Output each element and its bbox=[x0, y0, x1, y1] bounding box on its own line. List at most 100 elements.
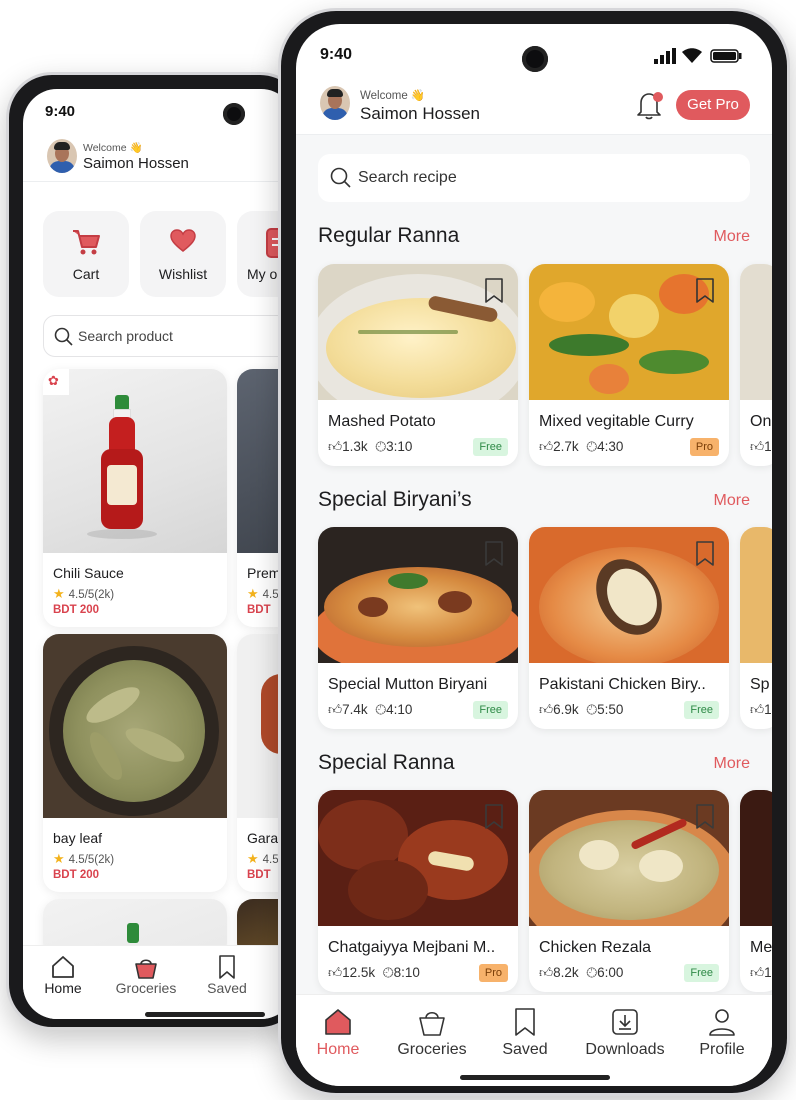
status-time: 9:40 bbox=[320, 46, 353, 63]
free-badge: Free bbox=[684, 701, 719, 719]
bookmark-icon[interactable] bbox=[695, 541, 715, 567]
star-icon: ★ bbox=[247, 586, 259, 601]
recipe-meta: 👍︎8.2k 🕘︎6:00 bbox=[539, 964, 623, 981]
more-link[interactable]: More bbox=[714, 755, 750, 773]
basket-icon bbox=[135, 959, 157, 979]
section-title: Special Biryani’s bbox=[318, 488, 472, 511]
nav-groceries[interactable]: Groceries bbox=[392, 1007, 472, 1059]
status-time: 9:40 bbox=[45, 103, 76, 120]
bookmark-icon[interactable] bbox=[484, 278, 504, 304]
quick-action-wishlist[interactable]: Wishlist bbox=[140, 211, 226, 297]
recipe-card[interactable]: Me 👍︎1 bbox=[740, 790, 772, 992]
avatar[interactable] bbox=[320, 86, 350, 120]
bottom-navigation: Home Groceries Saved bbox=[296, 994, 772, 1086]
cook-time: 6:00 bbox=[597, 965, 624, 980]
bookmark-icon[interactable] bbox=[695, 804, 715, 830]
nav-label: Saved bbox=[207, 980, 247, 996]
product-price: BDT 200 bbox=[53, 869, 100, 881]
free-badge: Free bbox=[684, 964, 719, 982]
cart-icon bbox=[73, 230, 100, 255]
clock-icon: 🕘︎ bbox=[375, 439, 387, 454]
cook-time: 3:10 bbox=[386, 439, 413, 454]
like-count: 1 bbox=[764, 702, 772, 717]
star-icon: ★ bbox=[53, 586, 65, 601]
recipe-name: On bbox=[750, 413, 772, 430]
camera-cutout bbox=[223, 103, 245, 125]
nav-profile[interactable]: Profile bbox=[692, 1007, 752, 1059]
like-icon: 👍︎ bbox=[328, 965, 343, 980]
brand-logo: ✿ bbox=[43, 369, 69, 395]
product-name: Gara bbox=[247, 830, 279, 846]
front-phone-screen: 9:40 Welcome 👋 Saimon Hossen Get Pro Sea… bbox=[296, 24, 772, 1086]
nav-saved[interactable]: Saved bbox=[496, 1007, 554, 1059]
bookmark-icon bbox=[219, 955, 235, 979]
recipe-meta: 👍︎1 bbox=[750, 701, 772, 718]
product-price: BDT 200 bbox=[53, 604, 100, 616]
like-count: 2.7k bbox=[553, 439, 579, 454]
free-badge: Free bbox=[473, 701, 508, 719]
recipe-name: Chicken Rezala bbox=[539, 939, 652, 956]
recipe-card[interactable]: Mashed Potato 👍︎1.3k 🕘︎3:10 Free bbox=[318, 264, 518, 466]
bookmark-icon[interactable] bbox=[484, 541, 504, 567]
recipe-card[interactable]: Mixed vegitable Curry 👍︎2.7k 🕘︎4:30 Pro bbox=[529, 264, 729, 466]
recipe-card[interactable]: On 👍︎1 bbox=[740, 264, 772, 466]
recipe-card[interactable]: Pakistani Chicken Biry.. 👍︎6.9k 🕘︎5:50 F… bbox=[529, 527, 729, 729]
recipe-card[interactable]: Chicken Rezala 👍︎8.2k 🕘︎6:00 Free bbox=[529, 790, 729, 992]
username: Saimon Hossen bbox=[83, 155, 189, 172]
product-card[interactable]: ✿ Chili Sauce ★ 4.5/5(2k) BDT 200 bbox=[43, 369, 227, 627]
star-icon: ★ bbox=[53, 851, 65, 866]
avatar[interactable] bbox=[47, 139, 77, 173]
recipe-name: Special Mutton Biryani bbox=[328, 676, 488, 693]
search-input[interactable]: Search recipe bbox=[318, 154, 750, 202]
nav-label: Home bbox=[316, 1041, 360, 1058]
product-rating: ★ 4.5/5(2k) bbox=[53, 851, 115, 866]
recipe-image bbox=[740, 264, 772, 400]
more-link[interactable]: More bbox=[714, 228, 750, 246]
clock-icon: 🕘︎ bbox=[382, 965, 394, 980]
nav-label: Profile bbox=[699, 1041, 745, 1058]
like-icon: 👍︎ bbox=[750, 965, 765, 980]
nav-label: Home bbox=[44, 980, 82, 996]
star-icon: ★ bbox=[247, 851, 259, 866]
more-link[interactable]: More bbox=[714, 492, 750, 510]
free-badge: Free bbox=[473, 438, 508, 456]
recipe-card[interactable]: Chatgaiyya Mejbani M.. 👍︎12.5k 🕘︎8:10 Pr… bbox=[318, 790, 518, 992]
recipe-image bbox=[740, 790, 772, 926]
battery-icon bbox=[710, 49, 742, 63]
clock-icon: 🕘︎ bbox=[375, 702, 387, 717]
recipe-name: Sp bbox=[750, 676, 770, 693]
get-pro-button[interactable]: Get Pro bbox=[676, 90, 750, 120]
status-icons bbox=[654, 48, 750, 64]
nav-label: Saved bbox=[502, 1041, 548, 1058]
recipe-meta: 👍︎1 bbox=[750, 964, 772, 981]
section-title: Regular Ranna bbox=[318, 224, 460, 247]
product-card[interactable]: bay leaf ★ 4.5/5(2k) BDT 200 bbox=[43, 634, 227, 892]
recipe-card[interactable]: Sp 👍︎1 bbox=[740, 527, 772, 729]
nav-home[interactable]: Home bbox=[314, 1007, 362, 1059]
recipe-image bbox=[740, 527, 772, 663]
nav-downloads[interactable]: Downloads bbox=[580, 1007, 670, 1059]
nav-saved[interactable]: Saved bbox=[199, 954, 255, 996]
product-name: Prem bbox=[247, 565, 281, 581]
product-image bbox=[43, 369, 227, 553]
notification-button[interactable] bbox=[636, 90, 664, 120]
bottom-navigation: Home Groceries Saved bbox=[23, 945, 295, 1019]
nav-home[interactable]: Home bbox=[41, 954, 85, 996]
nav-groceries[interactable]: Groceries bbox=[111, 954, 181, 996]
recipe-name: Pakistani Chicken Biry.. bbox=[539, 676, 706, 693]
cook-time: 8:10 bbox=[393, 965, 420, 980]
recipe-name: Me bbox=[750, 939, 772, 956]
cook-time: 4:30 bbox=[597, 439, 624, 454]
bookmark-icon[interactable] bbox=[695, 278, 715, 304]
recipe-card[interactable]: Special Mutton Biryani 👍︎7.4k 🕘︎4:10 Fre… bbox=[318, 527, 518, 729]
back-phone-screen: 9:40 Welcome 👋 Saimon Hossen Cart Wishli… bbox=[23, 89, 295, 1019]
signal-icon bbox=[654, 48, 676, 64]
heart-icon bbox=[170, 229, 196, 252]
quick-action-cart[interactable]: Cart bbox=[43, 211, 129, 297]
like-count: 12.5k bbox=[342, 965, 376, 980]
search-input[interactable]: Search product bbox=[43, 315, 293, 357]
basket-icon bbox=[419, 1011, 445, 1036]
clock-icon: 🕘︎ bbox=[586, 702, 598, 717]
bookmark-icon[interactable] bbox=[484, 804, 504, 830]
home-indicator bbox=[145, 1012, 265, 1017]
